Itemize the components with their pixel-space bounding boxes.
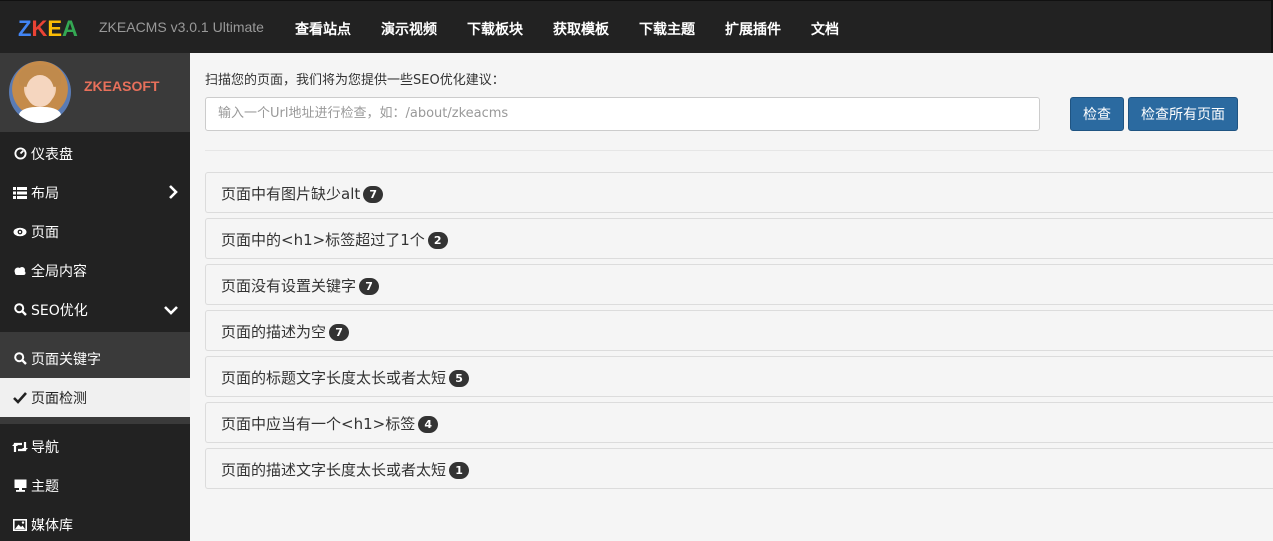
top-navbar: ZKEA ZKEACMS v3.0.1 Ultimate 查看站点 演示视频 下…	[0, 0, 1273, 53]
nav-plugins[interactable]: 扩展插件	[710, 1, 796, 54]
issue-title: 页面没有设置关键字	[221, 277, 357, 295]
profile-panel: ZKEASOFT	[0, 53, 190, 132]
sidebar-item-label: 页面检测	[31, 390, 87, 407]
sidebar-item-page-check[interactable]: 页面检测	[0, 378, 190, 417]
issue-count-badge: 1	[449, 462, 470, 479]
layout-icon	[12, 186, 28, 200]
sidebar: ZKEASOFT 仪表盘 布局 页面 全局内容 SEO优化 页面关键字 页面检测…	[0, 53, 190, 541]
issue-panel[interactable]: 页面没有设置关键字 7	[205, 264, 1273, 305]
sidebar-item-label: 页面关键字	[31, 351, 101, 368]
check-all-pages-button[interactable]: 检查所有页面	[1128, 97, 1238, 131]
sidebar-item-label: 导航	[31, 439, 59, 456]
version-label: ZKEACMS v3.0.1 Ultimate	[99, 19, 264, 35]
sidebar-item-label: 仪表盘	[31, 146, 73, 163]
profile-name[interactable]: ZKEASOFT	[84, 78, 159, 94]
sidebar-item-label: 媒体库	[31, 517, 73, 534]
sidebar-item-label: 全局内容	[31, 263, 87, 280]
issue-panel[interactable]: 页面中有图片缺少alt 7	[205, 172, 1273, 213]
brand-logo[interactable]: ZKEA	[18, 16, 78, 42]
check-icon	[12, 391, 28, 405]
brand-letter-z: Z	[18, 16, 32, 41]
eye-icon	[12, 225, 28, 239]
cloud-icon	[12, 264, 28, 278]
nav-download-themes[interactable]: 下载主题	[624, 1, 710, 54]
sidebar-item-seo[interactable]: SEO优化	[0, 290, 190, 329]
nav-download-widgets[interactable]: 下载板块	[452, 1, 538, 54]
issue-title: 页面的标题文字长度太长或者太短	[221, 369, 447, 387]
sidebar-item-label: 主题	[31, 478, 59, 495]
sidebar-item-pages[interactable]: 页面	[0, 212, 190, 251]
chevron-right-icon	[168, 185, 178, 203]
sidebar-item-dashboard[interactable]: 仪表盘	[0, 134, 190, 173]
issue-panel[interactable]: 页面的描述为空 7	[205, 310, 1273, 351]
issue-count-badge: 4	[418, 416, 439, 433]
url-input[interactable]: 输入一个Url地址进行检查，如：/about/zkeacms	[205, 97, 1040, 131]
issue-title: 页面的描述为空	[221, 323, 327, 341]
issue-title: 页面中的<h1>标签超过了1个	[221, 231, 425, 249]
issue-panel[interactable]: 页面的描述文字长度太长或者太短 1	[205, 448, 1273, 489]
top-nav: 查看站点 演示视频 下载板块 获取模板 下载主题 扩展插件 文档	[280, 1, 854, 54]
issue-panel[interactable]: 页面的标题文字长度太长或者太短 5	[205, 356, 1273, 397]
check-button[interactable]: 检查	[1070, 97, 1124, 131]
sidebar-item-global-content[interactable]: 全局内容	[0, 251, 190, 290]
sidebar-item-label: 布局	[31, 185, 59, 202]
issue-panel[interactable]: 页面中应当有一个<h1>标签 4	[205, 402, 1273, 443]
picture-icon	[12, 518, 28, 532]
issue-count-badge: 5	[449, 370, 470, 387]
main-content: 扫描您的页面，我们将为您提供一些SEO优化建议： 输入一个Url地址进行检查，如…	[190, 53, 1273, 541]
sidebar-item-label: SEO优化	[31, 302, 88, 319]
sidebar-item-label: 页面	[31, 224, 59, 241]
search-icon	[12, 352, 28, 366]
search-icon	[12, 303, 28, 317]
avatar[interactable]	[9, 61, 71, 123]
nav-view-site[interactable]: 查看站点	[280, 1, 366, 54]
issue-count-badge: 7	[329, 324, 350, 341]
issue-count-badge: 2	[427, 232, 448, 249]
brand-letter-a: A	[62, 16, 78, 41]
divider	[205, 150, 1273, 151]
scan-hint: 扫描您的页面，我们将为您提供一些SEO优化建议：	[205, 73, 505, 88]
issue-title: 页面中应当有一个<h1>标签	[221, 415, 416, 433]
issue-title: 页面中有图片缺少alt	[221, 185, 361, 203]
brand-letter-e: E	[47, 16, 63, 41]
brand-letter-k: K	[31, 16, 48, 41]
sidebar-item-page-keywords[interactable]: 页面关键字	[0, 339, 190, 378]
nav-demo-video[interactable]: 演示视频	[366, 1, 452, 54]
dashboard-icon	[12, 147, 28, 161]
sidebar-item-navigation[interactable]: 导航	[0, 427, 190, 466]
issue-count-badge: 7	[363, 186, 384, 203]
issue-panel[interactable]: 页面中的<h1>标签超过了1个 2	[205, 218, 1273, 259]
sidebar-item-media[interactable]: 媒体库	[0, 505, 190, 541]
nav-docs[interactable]: 文档	[796, 1, 854, 54]
issue-count-badge: 7	[359, 278, 380, 295]
issue-title: 页面的描述文字长度太长或者太短	[221, 461, 447, 479]
retweet-icon	[12, 440, 28, 454]
chevron-down-icon	[164, 303, 178, 319]
nav-get-templates[interactable]: 获取模板	[538, 1, 624, 54]
sidebar-item-layout[interactable]: 布局	[0, 173, 190, 212]
monitor-icon	[12, 479, 28, 493]
sidebar-item-themes[interactable]: 主题	[0, 466, 190, 505]
